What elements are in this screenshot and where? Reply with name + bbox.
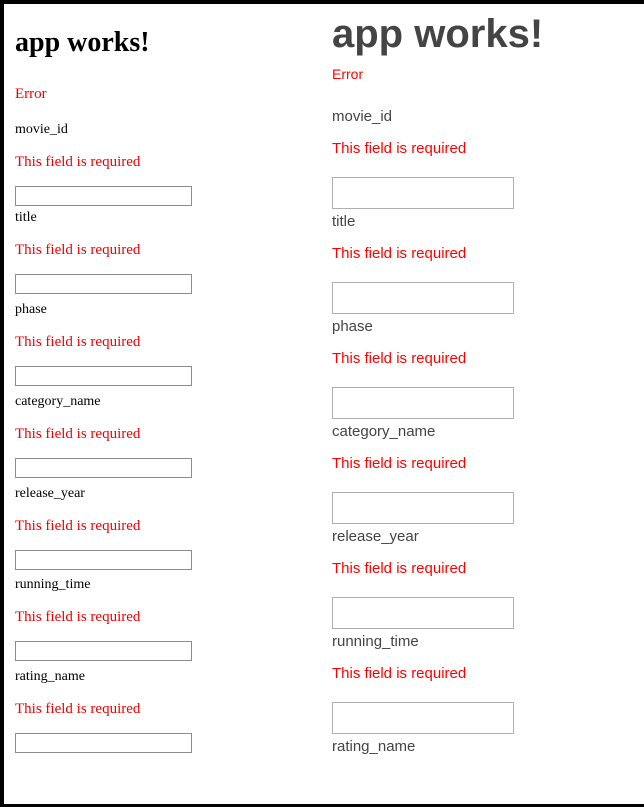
- field-label: category_name: [15, 394, 101, 409]
- running-time-input[interactable]: [332, 702, 514, 734]
- field-rating-name: rating_name This field is required: [15, 668, 315, 753]
- phase-input[interactable]: [332, 387, 514, 419]
- field-label: release_year: [332, 528, 419, 545]
- field-label: release_year: [15, 486, 85, 501]
- release-year-input[interactable]: [332, 597, 514, 629]
- field-label: movie_id: [332, 108, 393, 125]
- left-form-panel: app works! Error movie_id This field is …: [4, 4, 322, 759]
- field-label: phase: [15, 302, 47, 317]
- phase-input[interactable]: [15, 366, 192, 386]
- field-label: title: [332, 213, 356, 230]
- field-error: This field is required: [332, 140, 467, 157]
- field-error: This field is required: [332, 245, 467, 262]
- field-label: rating_name: [332, 738, 416, 755]
- right-form-panel: app works! Error movie_id This field is …: [322, 4, 640, 804]
- form-error: Error: [15, 86, 47, 102]
- page-title: app works!: [15, 27, 150, 58]
- field-error: This field is required: [15, 334, 141, 350]
- field-title: title This field is required: [15, 209, 315, 294]
- field-error: This field is required: [15, 518, 141, 534]
- running-time-input[interactable]: [15, 641, 192, 661]
- field-error: This field is required: [332, 350, 467, 367]
- category-name-input[interactable]: [15, 458, 192, 478]
- page-title: app works!: [332, 12, 544, 56]
- title-input[interactable]: [332, 282, 514, 314]
- field-label: phase: [332, 318, 373, 335]
- field-label: title: [15, 210, 37, 225]
- field-label: running_time: [15, 577, 91, 592]
- field-movie-id: movie_id This field is required: [15, 121, 315, 206]
- field-error: This field is required: [332, 665, 467, 682]
- category-name-input[interactable]: [332, 492, 514, 524]
- movie-id-input[interactable]: [332, 177, 514, 209]
- movie-id-input[interactable]: [15, 186, 192, 206]
- field-error: This field is required: [15, 609, 141, 625]
- field-error: This field is required: [15, 242, 141, 258]
- field-error: This field is required: [332, 560, 467, 577]
- field-error: This field is required: [332, 455, 467, 472]
- release-year-input[interactable]: [15, 550, 192, 570]
- title-input[interactable]: [15, 274, 192, 294]
- field-phase: phase This field is required: [15, 301, 315, 386]
- field-error: This field is required: [15, 701, 141, 717]
- field-label: running_time: [332, 633, 419, 650]
- field-label: rating_name: [15, 669, 85, 684]
- rating-name-input[interactable]: [15, 733, 192, 753]
- field-label: movie_id: [15, 122, 68, 137]
- field-category-name: category_name This field is required: [15, 393, 315, 478]
- form-error: Error: [332, 66, 364, 82]
- field-release-year: release_year This field is required: [15, 485, 315, 570]
- field-error: This field is required: [15, 426, 141, 442]
- field-running-time: running_time This field is required: [15, 576, 315, 661]
- field-label: category_name: [332, 423, 436, 440]
- field-error: This field is required: [15, 154, 141, 170]
